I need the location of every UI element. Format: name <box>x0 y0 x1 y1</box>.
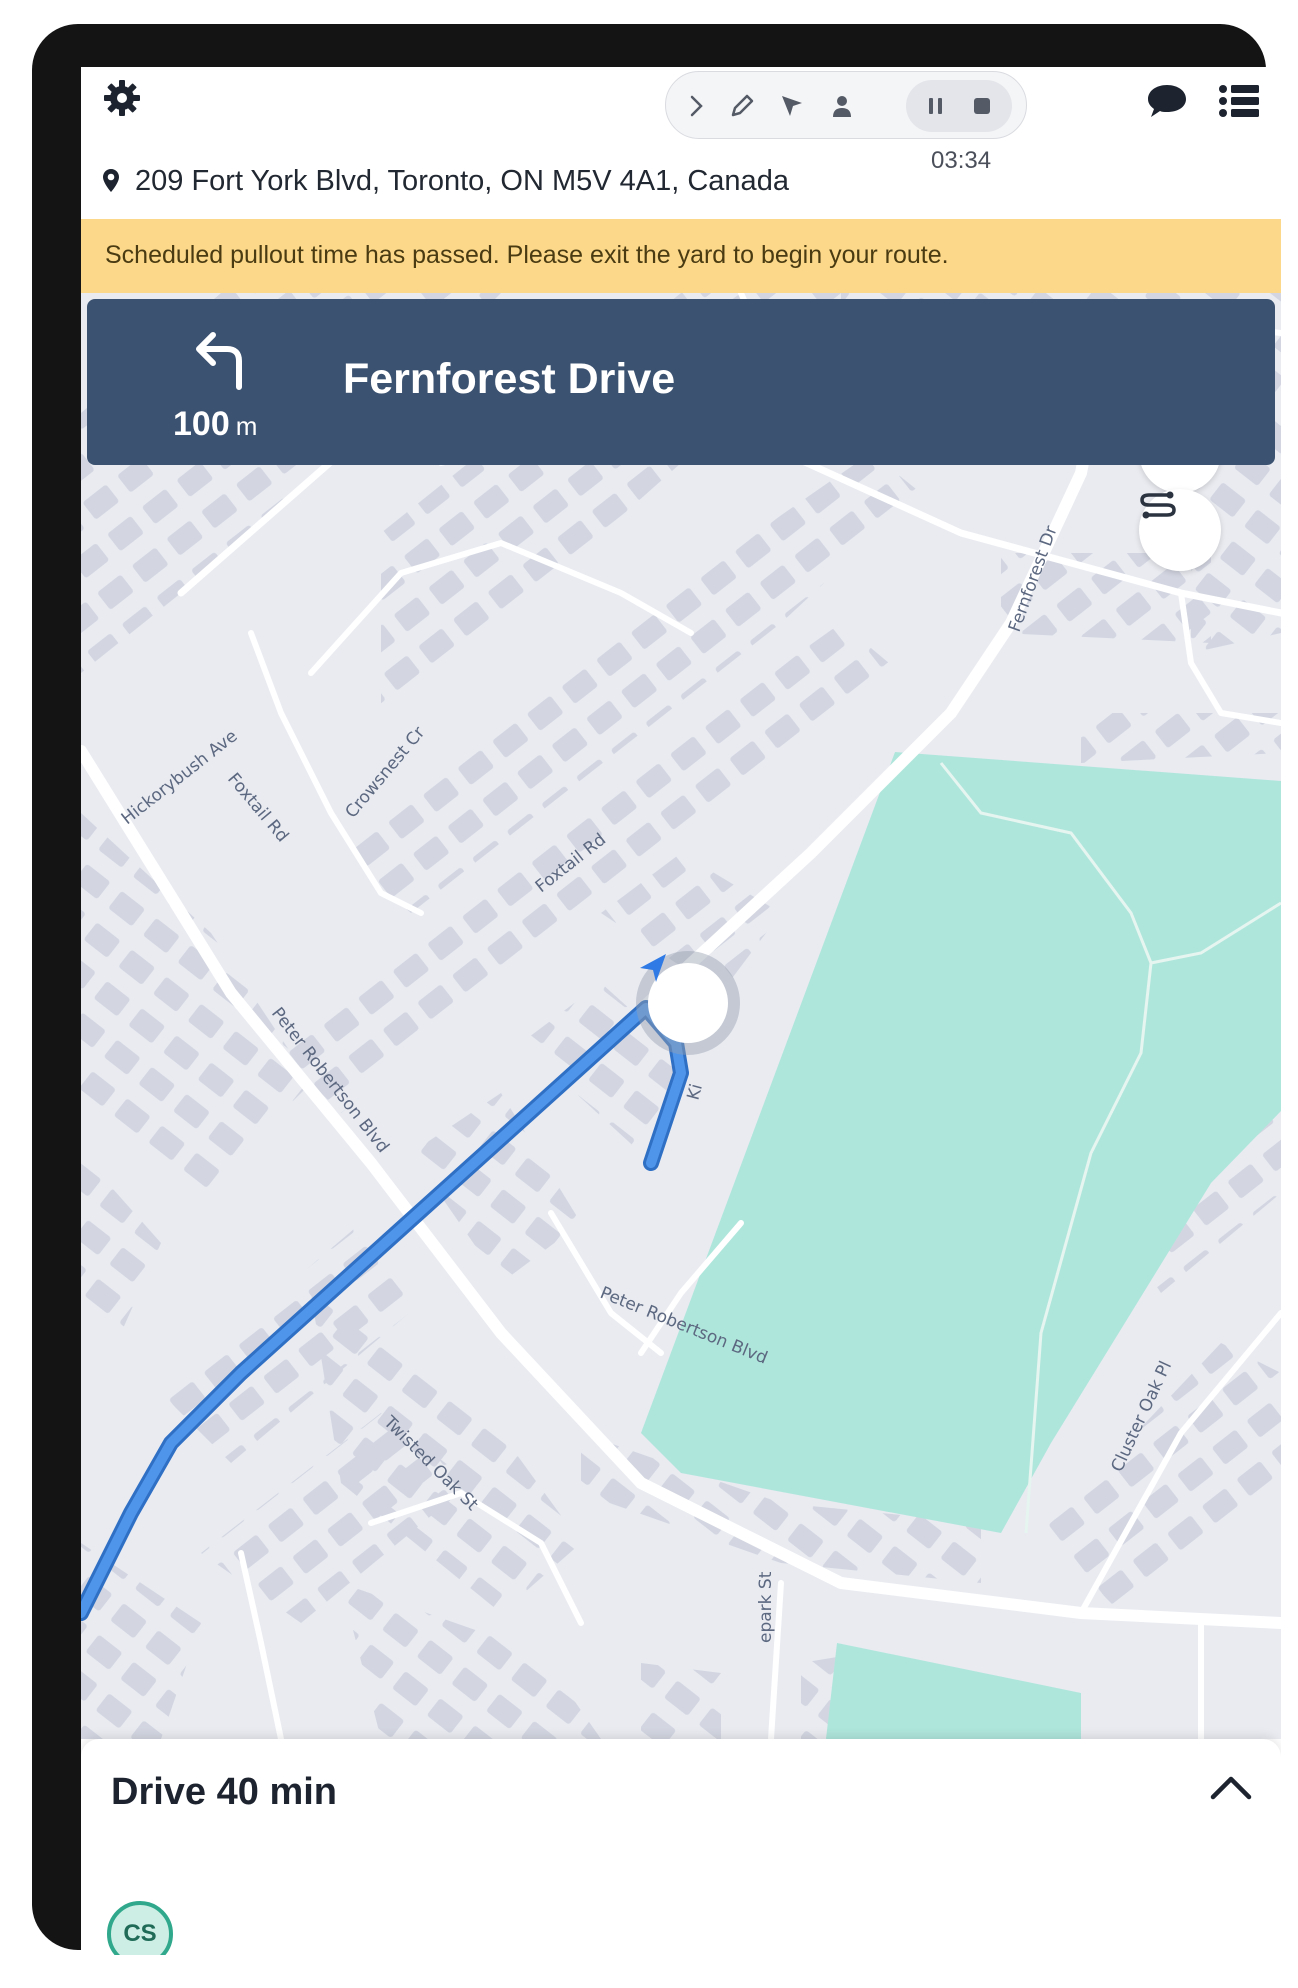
current-location-marker <box>636 951 740 1055</box>
pause-icon <box>929 98 942 114</box>
banner-message: Scheduled pullout time has passed. Pleas… <box>105 241 949 269</box>
map-view[interactable]: Fernforest Dr Hickorybush Ave Crowsnest … <box>81 293 1281 1739</box>
recording-timer: 03:34 <box>931 147 992 174</box>
current-address: 209 Fort York Blvd, Toronto, ON M5V 4A1,… <box>101 159 789 203</box>
stop-icon <box>974 98 990 114</box>
stop-button[interactable] <box>960 84 1004 128</box>
turn-instruction-card[interactable]: 100 m Fernforest Drive <box>87 299 1275 465</box>
street-label: epark St <box>756 1571 776 1643</box>
participant-button[interactable] <box>820 84 864 128</box>
chat-bubble-icon[interactable] <box>1145 81 1189 121</box>
chevron-right-icon <box>690 95 703 117</box>
pointer-button[interactable] <box>770 84 814 128</box>
tablet-frame: Fernforest Dr Hickorybush Ave Crowsnest … <box>32 24 1281 1955</box>
address-text: 209 Fort York Blvd, Toronto, ON M5V 4A1,… <box>135 164 789 197</box>
cursor-arrow-icon <box>782 96 802 116</box>
top-bar: 03:34 209 Fort York Blvd, Toronto, ON M5… <box>81 67 1281 217</box>
route-icon <box>1140 491 1176 519</box>
navigation-arrow-icon <box>640 954 666 982</box>
pencil-icon <box>731 94 754 117</box>
recording-toolbar <box>665 71 1027 139</box>
next-street-name: Fernforest Drive <box>343 355 676 403</box>
app-screen: Fernforest Dr Hickorybush Ave Crowsnest … <box>81 67 1281 1955</box>
chevron-up-icon[interactable] <box>1207 1769 1255 1805</box>
avatar[interactable]: CS <box>107 1901 173 1955</box>
pullout-warning-banner: Scheduled pullout time has passed. Pleas… <box>81 219 1281 293</box>
annotate-button[interactable] <box>720 84 764 128</box>
drive-duration: Drive 40 min <box>111 1771 337 1813</box>
list-menu-icon[interactable] <box>1217 83 1261 119</box>
person-icon <box>833 96 851 117</box>
distance-unit: m <box>235 411 258 441</box>
pause-button[interactable] <box>914 84 958 128</box>
route-overview-button[interactable] <box>1139 489 1221 571</box>
distance-value: 100 <box>173 405 230 443</box>
turn-distance: 100 m <box>173 405 257 444</box>
turn-left-arrow-icon <box>196 332 242 390</box>
settings-gear-icon[interactable] <box>101 77 143 119</box>
location-pin-icon <box>103 169 119 192</box>
trip-summary-sheet[interactable]: Drive 40 min CS <box>81 1739 1281 1955</box>
toolbar-expand-button[interactable] <box>674 84 718 128</box>
